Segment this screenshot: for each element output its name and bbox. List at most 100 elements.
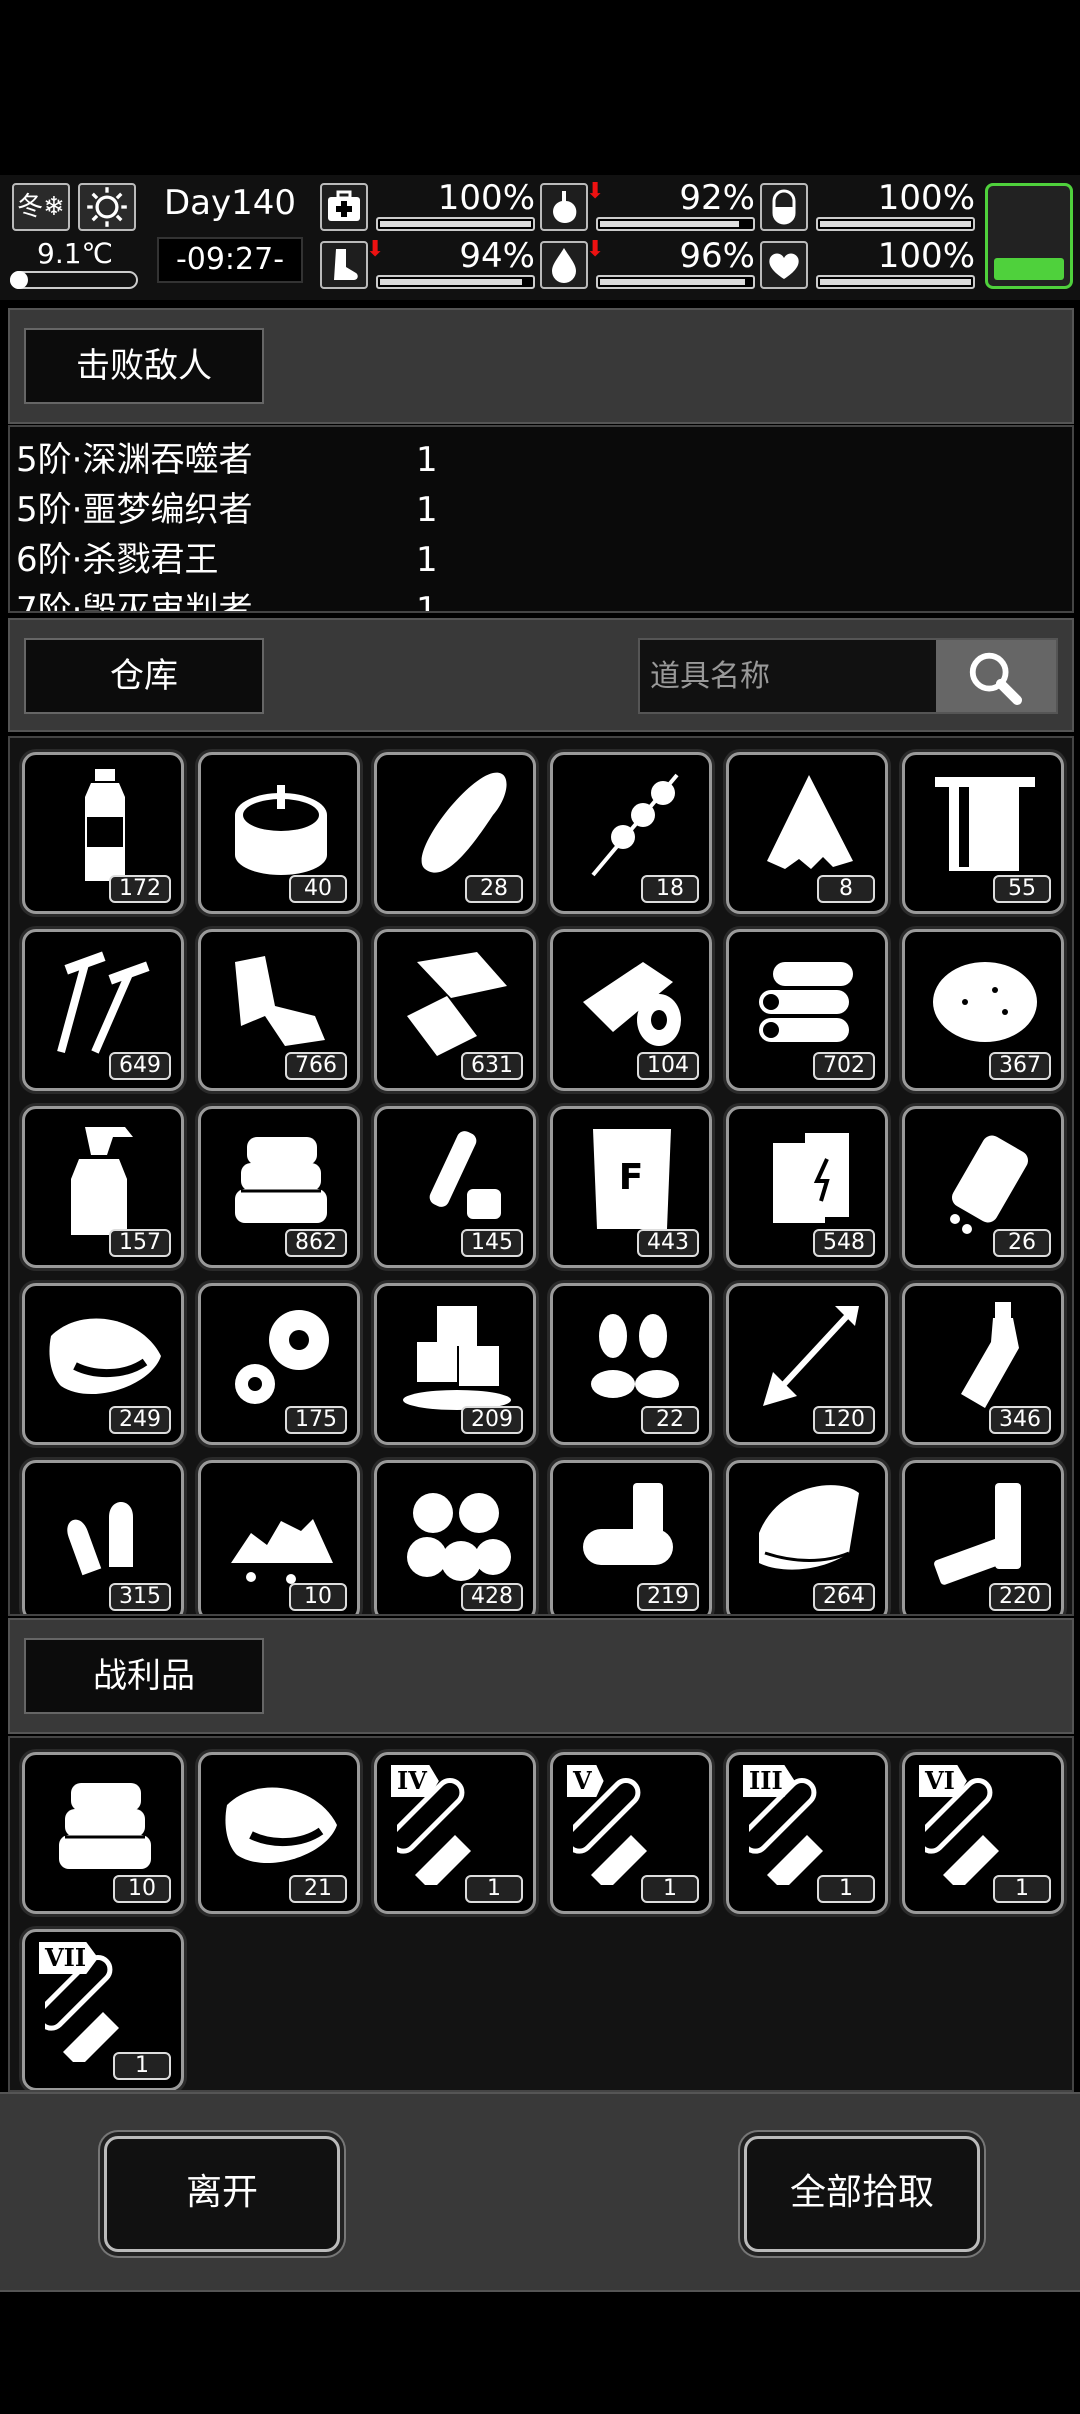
item-slot[interactable]: 10 (22, 1752, 184, 1914)
item-slot[interactable]: VII 1 (22, 1929, 184, 2090)
wood-logs-icon (759, 962, 853, 1042)
plastic-bottles-icon (429, 1131, 501, 1219)
search-input[interactable] (640, 640, 936, 712)
item-slot[interactable]: 40 (198, 752, 360, 914)
hunger-stat: ⬇ 92% (540, 179, 755, 237)
defeated-enemies-list[interactable]: 5阶·深渊吞噬者 1 5阶·噩梦编织者 1 6阶·杀戮君王 1 7阶·毁灭审判者 1 (8, 425, 1074, 613)
list-item: 5阶·深渊吞噬者 1 (16, 435, 438, 485)
rubble-icon (231, 1519, 333, 1584)
item-slot[interactable]: 145 (374, 1106, 536, 1268)
health-stat: 100% (320, 179, 535, 237)
item-slot[interactable]: 8 (726, 752, 888, 914)
status-bar: 冬❄ 9.1℃ Day140 -09:27- 100% ⬇ 92% 100% ⬇… (0, 175, 1080, 300)
search-button[interactable] (936, 640, 1056, 712)
almonds-icon (591, 1314, 679, 1398)
tier-badge: V (567, 1765, 604, 1797)
enemy-count: 1 (416, 590, 438, 613)
item-slot[interactable]: 104 (550, 929, 712, 1091)
item-slot[interactable]: 55 (902, 752, 1064, 914)
bullets-icon (67, 1502, 133, 1576)
water-drop-icon (540, 241, 588, 289)
medkit-icon (320, 183, 368, 231)
defeated-enemies-tab[interactable]: 击败敌人 (24, 328, 264, 404)
pill-value: 100% (877, 178, 975, 218)
bread-icon (421, 772, 507, 873)
enemy-count: 1 (416, 440, 438, 480)
enemy-name: 7阶·毁灭审判者 (16, 590, 253, 613)
item-slot[interactable]: 21 (198, 1752, 360, 1914)
loot-tab[interactable]: 战利品 (24, 1638, 264, 1714)
item-count: 443 (637, 1229, 699, 1257)
item-slot[interactable]: 28 (374, 752, 536, 914)
batteries-icon (934, 1483, 1021, 1585)
item-slot[interactable]: 175 (198, 1283, 360, 1445)
health-value: 100% (437, 178, 535, 218)
item-slot[interactable]: 367 (902, 929, 1064, 1091)
glass-bottle-icon (961, 1302, 1019, 1408)
item-slot[interactable]: 548 (726, 1106, 888, 1268)
item-slot[interactable]: 157 (22, 1106, 184, 1268)
thermometer-icon (10, 271, 138, 289)
stamina-warning-arrow: ⬇ (366, 237, 385, 262)
cloth-stack-icon (59, 1783, 151, 1869)
warehouse-tab[interactable]: 仓库 (24, 638, 264, 714)
item-slot[interactable]: III 1 (726, 1752, 888, 1914)
item-count: 120 (813, 1406, 875, 1434)
item-slot[interactable]: 26 (902, 1106, 1064, 1268)
item-slot[interactable]: 249 (22, 1283, 184, 1445)
item-slot[interactable]: IV 1 (374, 1752, 536, 1914)
list-item: 5阶·噩梦编织者 1 (16, 485, 438, 535)
item-slot[interactable]: 649 (22, 929, 184, 1091)
pill-bar (816, 217, 975, 231)
item-slot[interactable]: 220 (902, 1460, 1064, 1614)
arrow-icon (763, 1306, 859, 1406)
pill-icon (760, 183, 808, 231)
item-count: 219 (637, 1583, 699, 1611)
item-count: 1 (993, 1875, 1051, 1903)
list-item: 6阶·杀戮君王 1 (16, 535, 438, 585)
item-count: 367 (989, 1052, 1051, 1080)
pickup-all-button[interactable]: 全部拾取 (744, 2136, 980, 2252)
gears-icon (235, 1310, 329, 1404)
item-slot[interactable]: 22 (550, 1283, 712, 1445)
item-slot[interactable]: 219 (550, 1460, 712, 1614)
hunger-value: 92% (679, 178, 755, 218)
item-slot[interactable]: 18 (550, 752, 712, 914)
item-slot[interactable]: 10 (198, 1460, 360, 1614)
item-slot[interactable]: 172 (22, 752, 184, 914)
item-count: 1 (465, 1875, 523, 1903)
leave-button[interactable]: 离开 (104, 2136, 340, 2252)
item-slot[interactable]: 346 (902, 1283, 1064, 1445)
loot-item-grid[interactable]: 10 21 IV 1 V 1 III 1 VI 1 VII 1 (8, 1736, 1074, 2092)
item-slot[interactable]: 631 (374, 929, 536, 1091)
svg-text:F: F (619, 1157, 644, 1198)
item-slot[interactable]: F 443 (550, 1106, 712, 1268)
item-slot[interactable]: 862 (198, 1106, 360, 1268)
item-count: 175 (285, 1406, 347, 1434)
item-count: 428 (461, 1583, 523, 1611)
item-slot[interactable]: VI 1 (902, 1752, 1064, 1914)
item-slot[interactable]: V1 (550, 1752, 712, 1914)
tier-badge: IV (391, 1765, 439, 1797)
sun-icon (78, 183, 136, 231)
enemy-name: 6阶·杀戮君王 (16, 540, 219, 580)
item-slot[interactable]: 209 (374, 1283, 536, 1445)
item-count: 172 (109, 875, 171, 903)
item-count: 157 (109, 1229, 171, 1257)
item-slot[interactable]: 702 (726, 929, 888, 1091)
day-counter: Day140 (163, 183, 297, 223)
scrap-metal-icon (235, 956, 325, 1046)
warehouse-item-grid[interactable]: 172 40 28 18 8 55 649 766 631 104 702 367 157 862 145 F… (8, 736, 1074, 1616)
item-slot[interactable]: 264 (726, 1460, 888, 1614)
tier-badge: VII (39, 1942, 99, 1974)
towel-icon (935, 777, 1035, 871)
enemy-name: 5阶·噩梦编织者 (16, 490, 253, 530)
mood-value: 100% (877, 236, 975, 276)
item-count: 631 (461, 1052, 523, 1080)
item-slot[interactable]: 120 (726, 1283, 888, 1445)
item-slot[interactable]: 428 (374, 1460, 536, 1614)
item-slot[interactable]: 766 (198, 929, 360, 1091)
thirst-stat: ⬇ 96% (540, 237, 755, 295)
item-count: 145 (461, 1229, 523, 1257)
item-slot[interactable]: 315 (22, 1460, 184, 1614)
